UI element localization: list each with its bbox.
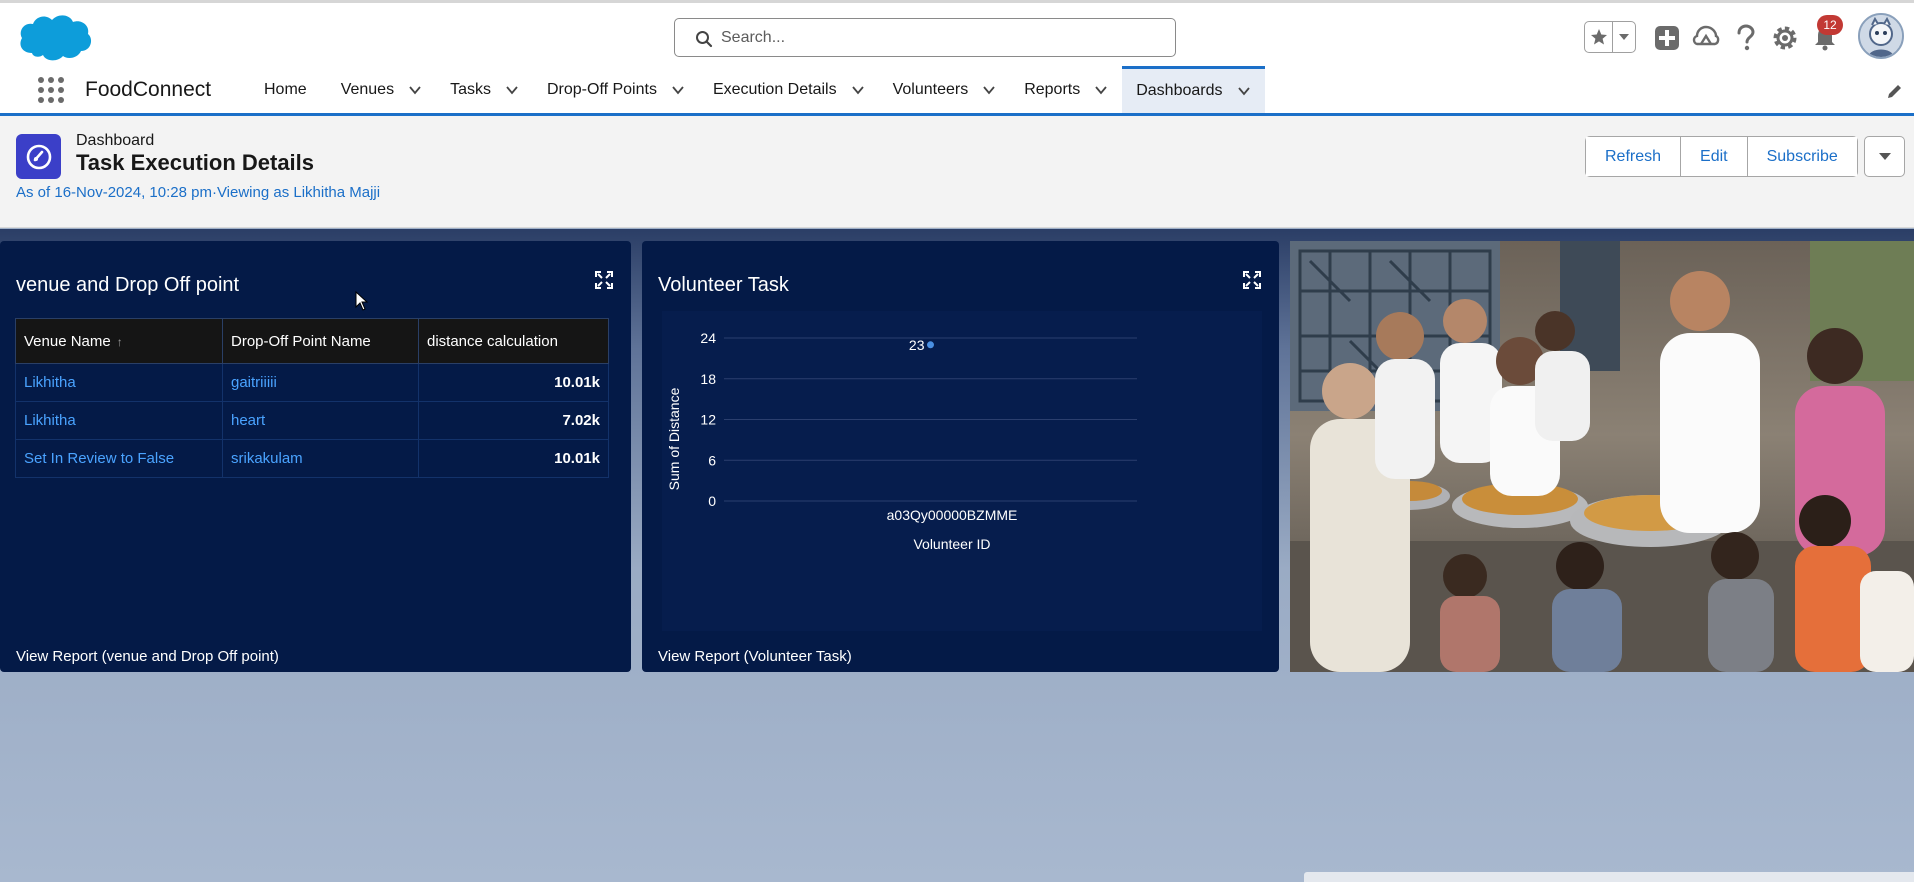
subscribe-button[interactable]: Subscribe [1747, 137, 1857, 176]
app-launcher-icon[interactable] [36, 75, 66, 105]
nav-item-label: Drop-Off Points [546, 80, 657, 98]
dashboard-actions: Refresh Edit Subscribe [1585, 136, 1858, 177]
chevron-down-icon [1878, 152, 1891, 160]
nav-item-venues[interactable]: Venues [327, 66, 436, 113]
column-header-venue-name[interactable]: Venue Name ↑ [15, 318, 223, 364]
chart-data-label: 23 [909, 337, 925, 353]
favorites-group[interactable] [1584, 21, 1636, 53]
help-icon[interactable] [1731, 23, 1761, 53]
volunteer-task-chart: 0 6 12 18 24 23 Sum of Distance a03Qy00000BZ… [662, 311, 1262, 631]
nav-items: Home Venues Tasks Drop-Off Points Execut… [250, 66, 1265, 113]
venue-name-cell[interactable]: Set In Review to False [15, 439, 223, 478]
refresh-button[interactable]: Refresh [1586, 137, 1682, 176]
nav-item-label: Reports [1024, 80, 1081, 98]
chart-y-tick-label: 0 [708, 493, 716, 509]
chart-plot-background [662, 311, 1262, 631]
chevron-down-icon[interactable] [671, 83, 685, 97]
chart-y-axis-label: Sum of Distance [666, 387, 682, 490]
chart-y-tick-label: 24 [700, 330, 716, 346]
salesforce-logo[interactable] [18, 11, 94, 65]
edit-button[interactable]: Edit [1681, 137, 1748, 176]
nav-item-dashboards[interactable]: Dashboards [1122, 66, 1265, 113]
chart-y-tick-label: 12 [700, 412, 716, 428]
global-search[interactable] [674, 18, 1176, 57]
add-icon[interactable] [1652, 23, 1682, 53]
venue-dropoff-panel: venue and Drop Off point Venue Name ↑ Dro… [0, 241, 631, 672]
chevron-down-icon[interactable] [408, 83, 422, 97]
dashboard-header: Dashboard Task Execution Details As of 1… [0, 116, 1914, 228]
nav-item-label: Home [264, 80, 307, 98]
gear-icon[interactable] [1770, 23, 1800, 53]
venue-name-cell[interactable]: Likhitha [15, 363, 223, 402]
chevron-down-icon[interactable] [1094, 83, 1108, 97]
chevron-down-icon[interactable] [982, 83, 996, 97]
view-report-link[interactable]: View Report (venue and Drop Off point) [16, 648, 279, 665]
nav-item-label: Venues [340, 80, 395, 98]
nav-item-label: Execution Details [712, 80, 837, 98]
chart-x-axis-label: Volunteer ID [913, 536, 990, 552]
nav-item-reports[interactable]: Reports [1010, 66, 1122, 113]
user-avatar[interactable] [1858, 13, 1904, 59]
venue-name-cell[interactable]: Likhitha [15, 401, 223, 440]
search-icon [696, 31, 713, 48]
trailhead-icon[interactable] [1691, 23, 1721, 53]
table-row: Set In Review to False srikakulam 10.01k [15, 439, 609, 478]
table-row: Likhitha heart 7.02k [15, 401, 609, 440]
distance-cell: 10.01k [418, 363, 609, 402]
chevron-down-icon[interactable] [505, 83, 519, 97]
page-title: Task Execution Details [76, 150, 315, 175]
expand-icon[interactable] [595, 271, 613, 289]
mouse-cursor-icon [355, 291, 369, 311]
dashboard-meta: As of 16-Nov-2024, 10:28 pm·Viewing as L… [16, 184, 381, 201]
view-report-link[interactable]: View Report (Volunteer Task) [658, 648, 852, 665]
drop-off-point-cell[interactable]: srikakulam [222, 439, 419, 478]
expand-icon[interactable] [1243, 271, 1261, 289]
chart-point[interactable] [927, 341, 934, 349]
chart-y-tick-label: 18 [700, 371, 716, 387]
volunteer-task-panel: Volunteer Task 0 6 12 18 24 23 Sum of Distan… [642, 241, 1279, 672]
chart-x-tick-label: a03Qy00000BZMME [887, 507, 1018, 523]
sort-up-icon: ↑ [116, 334, 123, 349]
chevron-down-icon[interactable] [1613, 22, 1635, 52]
dashboard-body: venue and Drop Off point Venue Name ↑ Dro… [0, 229, 1914, 882]
drop-off-point-cell[interactable]: heart [222, 401, 419, 440]
horizontal-scrollbar[interactable] [1304, 872, 1914, 882]
edit-nav-pencil-icon[interactable] [1886, 82, 1904, 100]
food-distribution-photo [1290, 241, 1914, 672]
dashboard-type-label: Dashboard [76, 132, 155, 149]
nav-item-volunteers[interactable]: Volunteers [879, 66, 1011, 113]
nav-item-drop-off-points[interactable]: Drop-Off Points [533, 66, 699, 113]
panel-title: venue and Drop Off point [16, 274, 240, 296]
column-header-distance-calculation[interactable]: distance calculation [418, 318, 609, 364]
dashboard-icon [16, 134, 61, 179]
drop-off-point-cell[interactable]: gaitriiiii [222, 363, 419, 402]
nav-item-home[interactable]: Home [250, 66, 327, 113]
star-icon[interactable] [1585, 22, 1613, 52]
distance-cell: 10.01k [418, 439, 609, 478]
chart-y-tick-label: 6 [708, 452, 716, 468]
global-header: 12 [0, 0, 1914, 66]
nav-item-tasks[interactable]: Tasks [436, 66, 533, 113]
panel-title: Volunteer Task [658, 274, 789, 296]
chevron-down-icon[interactable] [851, 83, 865, 97]
notification-count-badge: 12 [1817, 15, 1843, 35]
more-actions-button[interactable] [1864, 136, 1905, 177]
search-input[interactable] [721, 24, 1161, 51]
venue-dropoff-table: Venue Name ↑ Drop-Off Point Name distance… [15, 318, 609, 478]
distance-cell: 7.02k [418, 401, 609, 440]
nav-item-label: Volunteers [892, 80, 969, 98]
app-nav-bar: FoodConnect Home Venues Tasks Drop-Off P… [0, 66, 1914, 116]
nav-item-label: Dashboards [1136, 82, 1223, 99]
app-name: FoodConnect [85, 78, 212, 101]
column-header-drop-off-point-name[interactable]: Drop-Off Point Name [222, 318, 419, 364]
chevron-down-icon[interactable] [1237, 84, 1251, 98]
nav-item-execution-details[interactable]: Execution Details [699, 66, 879, 113]
table-header-row: Venue Name ↑ Drop-Off Point Name distance… [15, 318, 609, 364]
table-row: Likhitha gaitriiiii 10.01k [15, 363, 609, 402]
nav-item-label: Tasks [450, 80, 491, 98]
